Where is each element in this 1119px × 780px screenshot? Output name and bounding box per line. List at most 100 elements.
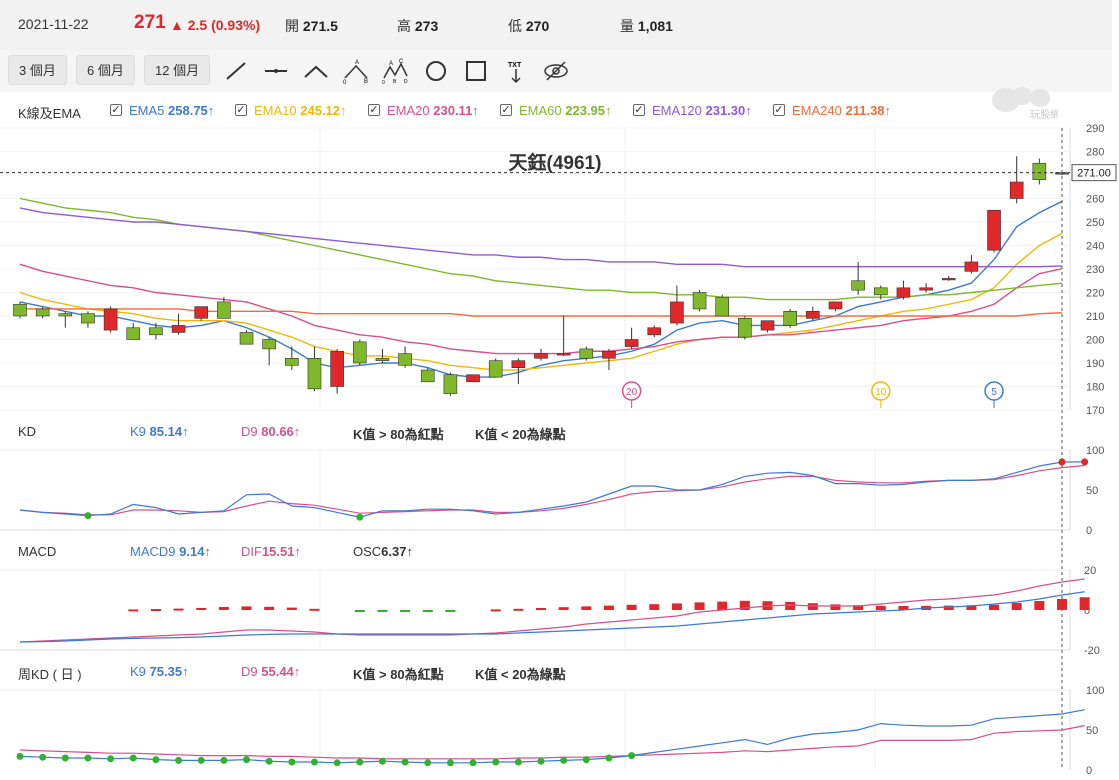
osc-bar <box>603 605 614 610</box>
chart-title: 天鈺(4961) <box>509 151 602 174</box>
candlestick <box>647 327 662 336</box>
ema-marker-label: 10 <box>875 387 887 398</box>
osc-bar <box>581 606 592 610</box>
osc-bar <box>875 606 886 610</box>
price-tick-label: 220 <box>1086 288 1104 300</box>
candlestick <box>285 357 299 366</box>
osc-bar <box>128 609 139 612</box>
wkd-green-dot <box>175 756 183 764</box>
candlestick <box>896 287 911 298</box>
candlestick <box>715 296 730 317</box>
candlestick <box>375 357 390 361</box>
candlestick <box>579 348 594 359</box>
candlestick <box>239 332 254 345</box>
osc-bar <box>218 607 229 610</box>
wkd-green-dot <box>129 754 137 762</box>
wkd-green-dot <box>514 758 522 766</box>
osc-bar <box>173 608 184 611</box>
price-tick-label: 170 <box>1086 405 1104 417</box>
ema-marker-label: 20 <box>626 387 638 398</box>
wkd-green-dot <box>84 754 92 762</box>
price-tick-label: 230 <box>1086 264 1104 276</box>
wkd-green-dot <box>628 752 636 760</box>
osc-bar <box>785 602 796 610</box>
osc-bar <box>649 604 660 610</box>
candlestick <box>556 353 571 356</box>
candlestick <box>13 303 27 317</box>
osc-bar <box>354 610 365 612</box>
osc-bar <box>309 608 320 611</box>
candlestick <box>987 209 1001 251</box>
wkd-green-dot <box>492 758 500 766</box>
osc-bar <box>196 608 207 610</box>
wkd-green-dot <box>16 752 24 760</box>
wkd-green-dot <box>446 759 454 767</box>
wkd-green-dot <box>537 757 545 765</box>
osc-bar <box>989 604 1000 610</box>
kd-green-dot <box>84 512 92 520</box>
candlestick <box>851 280 865 291</box>
osc-bar <box>830 604 841 610</box>
macd-tick-label: -20 <box>1084 645 1100 657</box>
wkd-green-dot <box>401 758 409 766</box>
osc-bar <box>264 606 275 610</box>
candlestick <box>262 339 276 350</box>
candlestick <box>35 308 50 317</box>
osc-bar <box>241 606 252 610</box>
wkd-green-dot <box>605 754 613 762</box>
kd-red-dot <box>1081 458 1089 466</box>
candlestick <box>964 261 979 272</box>
osc-bar <box>694 602 705 610</box>
osc-bar <box>445 610 456 612</box>
wkd-green-dot <box>39 753 47 761</box>
osc-bar <box>1034 601 1045 610</box>
candlestick <box>828 301 843 310</box>
osc-bar <box>1057 599 1067 610</box>
kd-k-line <box>19 461 1085 518</box>
candlestick <box>58 313 73 317</box>
osc-bar <box>717 601 728 610</box>
chart-canvas[interactable]: 1701801902002102202302402502602702802900… <box>0 0 1119 780</box>
kd-red-dot <box>1058 458 1066 466</box>
candlestick <box>1032 162 1047 181</box>
osc-bar <box>558 607 569 610</box>
candlestick <box>806 310 820 319</box>
candlestick <box>511 360 526 368</box>
candlestick <box>217 301 231 319</box>
ema-line-ema120 <box>19 207 1063 268</box>
price-tick-label: 260 <box>1086 194 1104 206</box>
candlestick <box>103 308 118 331</box>
wkd-green-dot <box>310 758 318 766</box>
wkd-green-dot <box>333 759 341 767</box>
osc-bar <box>286 607 297 610</box>
candlestick <box>919 287 933 291</box>
wkd-green-dot <box>197 756 205 764</box>
wkd-green-dot <box>582 756 590 764</box>
candlestick <box>466 374 480 383</box>
wkd-d-line <box>19 725 1085 760</box>
candlestick <box>602 350 616 359</box>
osc-bar <box>377 610 388 612</box>
wkd-green-dot <box>265 757 273 765</box>
candlestick <box>534 353 548 359</box>
candlestick <box>194 306 209 319</box>
candlestick <box>670 301 684 324</box>
osc-bar <box>1011 603 1022 610</box>
candlestick <box>398 353 412 366</box>
candlestick <box>624 339 639 347</box>
price-tick-label: 190 <box>1086 358 1104 370</box>
osc-bar <box>536 608 546 610</box>
price-tick-label: 210 <box>1086 311 1104 323</box>
wkd-green-dot <box>560 756 568 764</box>
wkd-green-dot <box>243 756 251 764</box>
osc-bar <box>422 610 433 612</box>
price-tick-label: 250 <box>1086 217 1104 229</box>
price-tick-label: 280 <box>1086 147 1104 159</box>
price-tick-label: 180 <box>1086 382 1104 394</box>
kd-tick-label: 50 <box>1086 485 1098 497</box>
candlestick <box>783 310 797 326</box>
wkd-green-dot <box>424 759 432 767</box>
candlestick <box>81 313 95 324</box>
ema-marker-label: 5 <box>991 387 997 398</box>
wkd-green-dot <box>220 756 228 764</box>
